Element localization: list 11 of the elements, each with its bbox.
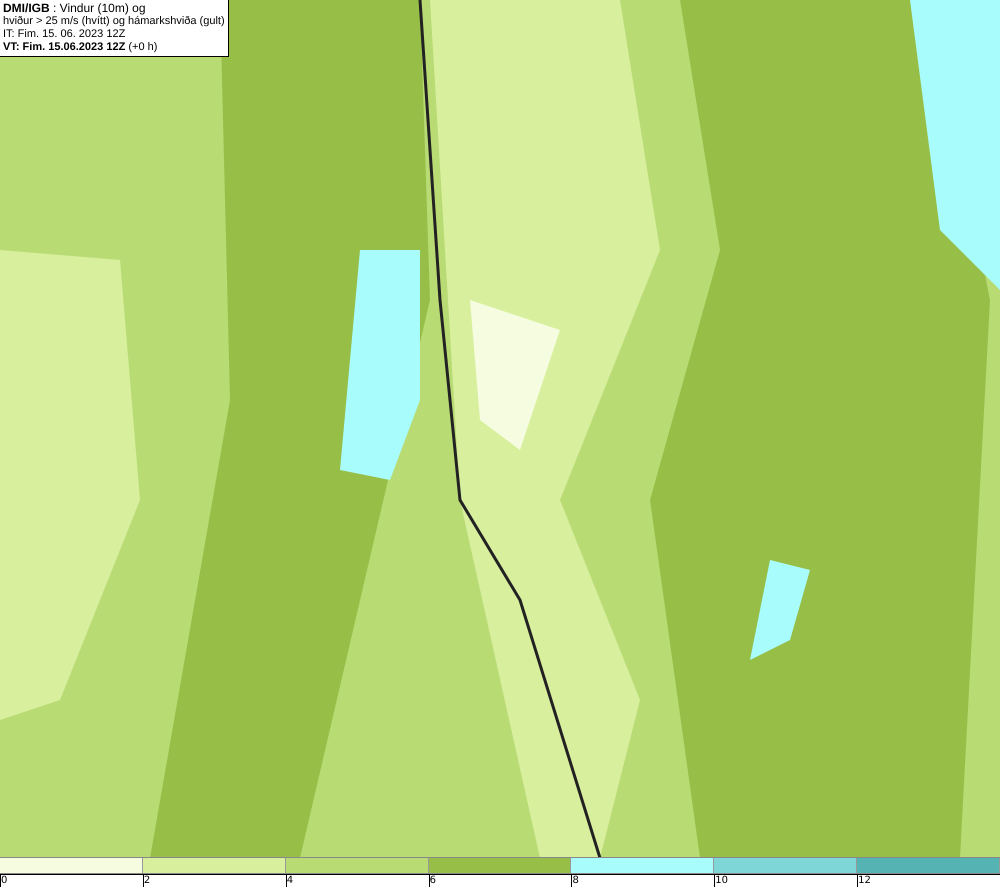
legend-text: DMI/IGB : Vindur (10m) og xyxy=(3,2,146,15)
legend-text: IT: Fim. 15. 06. 2023 12Z xyxy=(3,28,126,41)
scale-label: 2 xyxy=(144,875,150,886)
scale-label: 6 xyxy=(430,875,436,886)
scale-label: 8 xyxy=(572,875,579,886)
legend-text: hviður > 25 m/s (hvítt) og hámarkshviða (gult) xyxy=(3,15,225,28)
scale-label: 0 xyxy=(1,875,8,886)
legend-text: VT: Fim. 15.06.2023 12Z (+0 h) xyxy=(3,41,158,54)
scale-label: 10 xyxy=(715,875,728,886)
scale-label: 12 xyxy=(858,875,871,886)
scale-label: 4 xyxy=(286,875,294,886)
